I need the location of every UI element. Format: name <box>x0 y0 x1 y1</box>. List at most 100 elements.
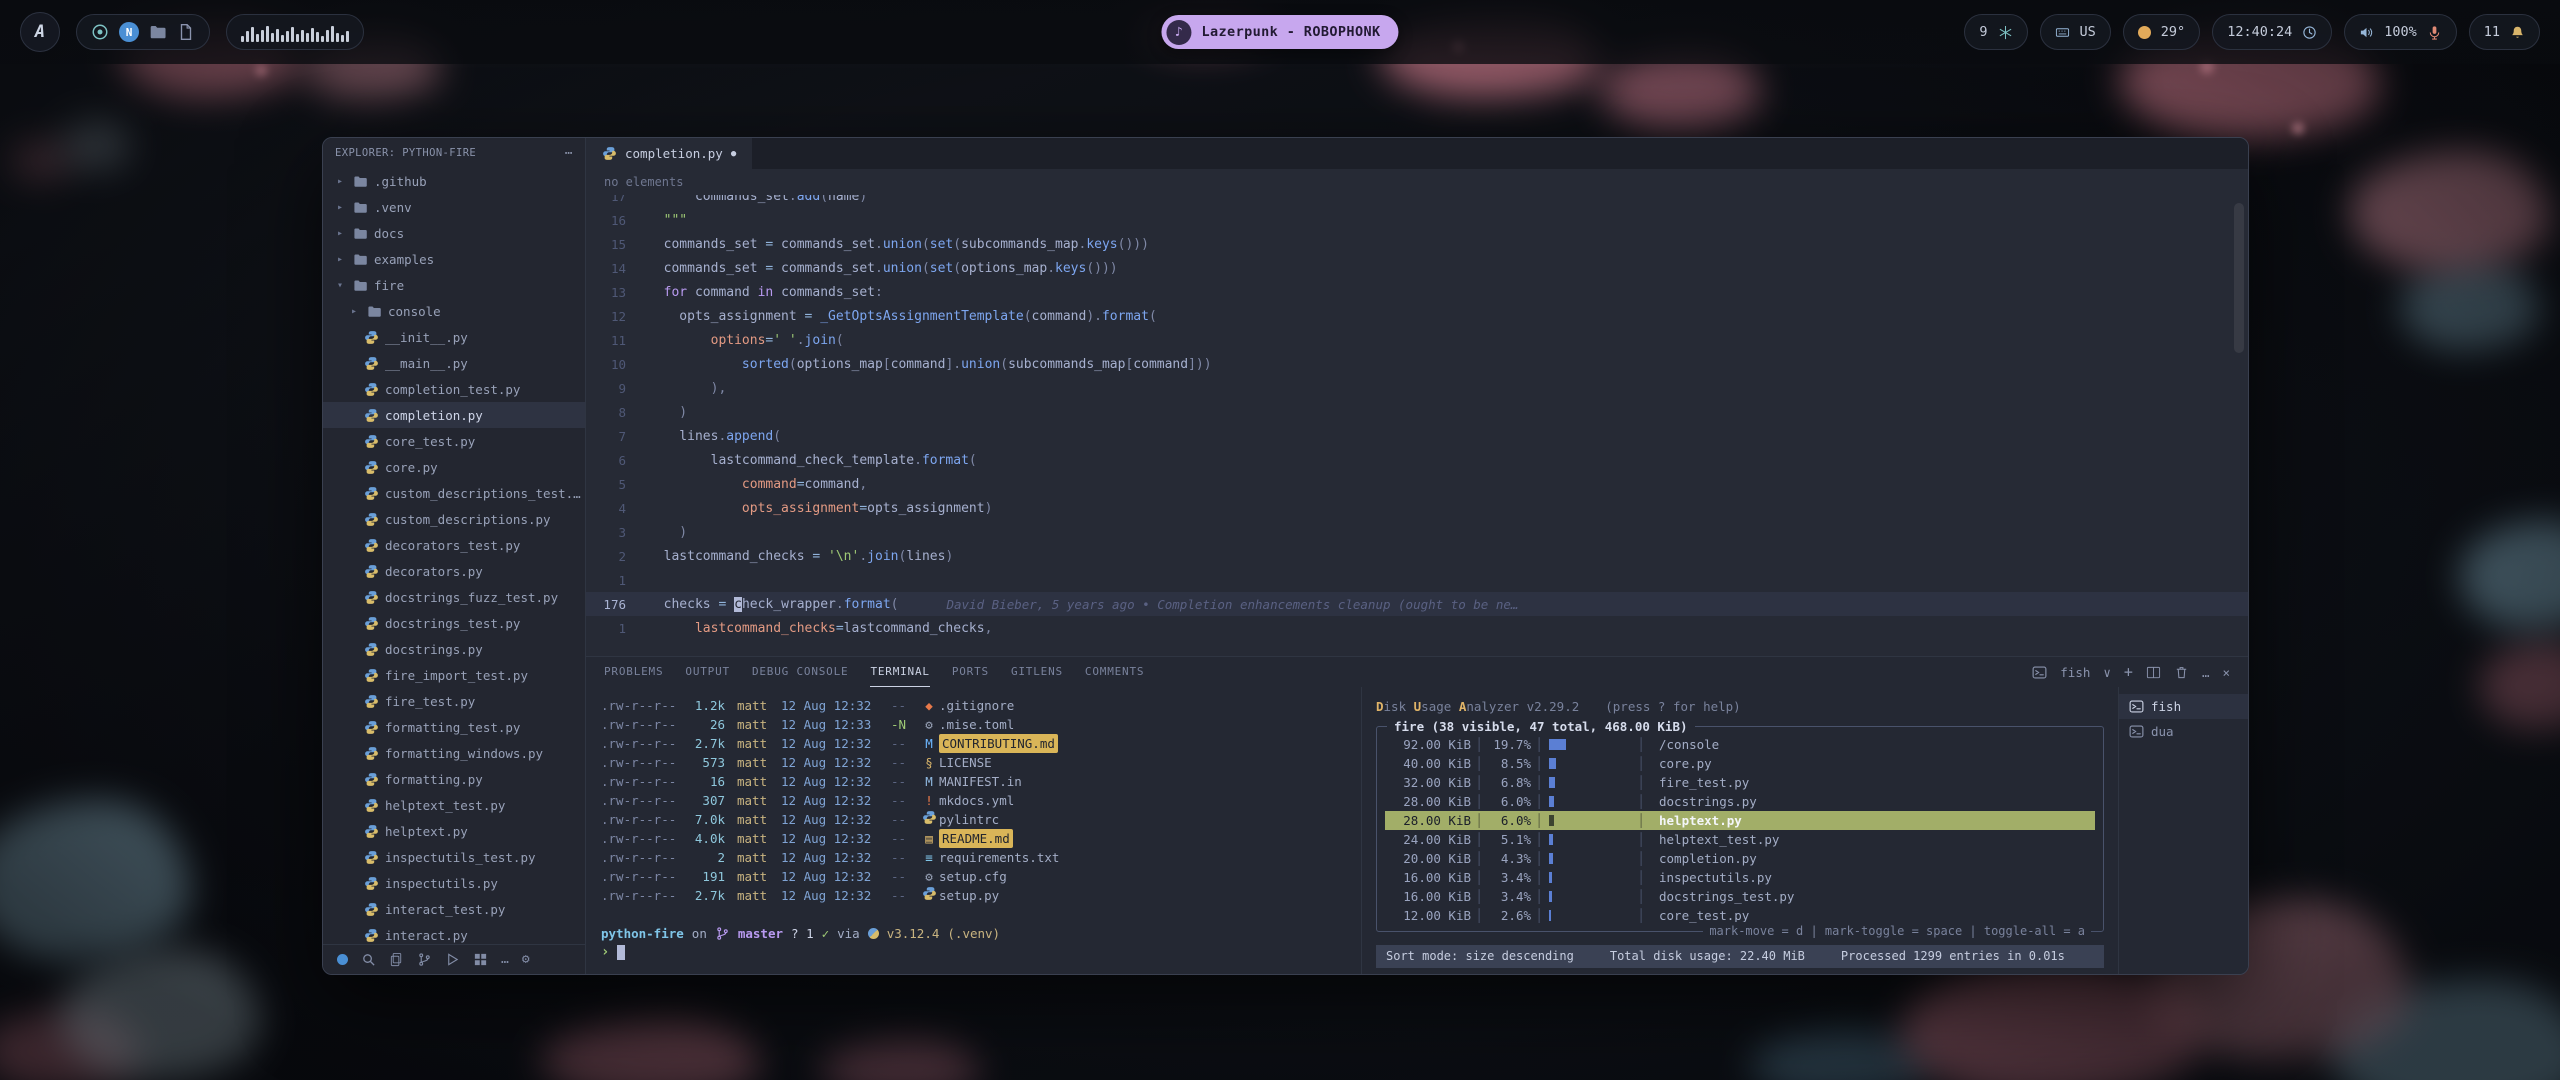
now-playing-pill[interactable]: ♪ Lazerpunk - ROBOPHONK <box>1161 15 1398 49</box>
tree-item-decorators.py[interactable]: decorators.py <box>323 558 585 584</box>
audio-pill[interactable]: 100% <box>2344 14 2457 50</box>
tree-item-formatting_windows.py[interactable]: formatting_windows.py <box>323 740 585 766</box>
panel-tab-terminal[interactable]: TERMINAL <box>870 657 929 687</box>
panel-tab-ports[interactable]: PORTS <box>952 657 989 687</box>
folder-icon[interactable] <box>149 23 167 41</box>
more-actions-icon[interactable]: … <box>2202 665 2210 680</box>
extensions-icon[interactable] <box>473 952 488 967</box>
document-icon[interactable] <box>177 23 195 41</box>
scm-badge[interactable] <box>337 954 348 965</box>
shell-selector[interactable]: fish <box>2060 665 2090 680</box>
code-line[interactable]: 17 commands_set.add(name) <box>586 195 2248 208</box>
shell-input-line[interactable]: › <box>601 943 1361 962</box>
weather-pill[interactable]: 29° <box>2123 14 2200 50</box>
more-icon[interactable]: … <box>501 952 509 967</box>
dua-row-helptext.py[interactable]: 28.00 KiB│6.0%││helptext.py <box>1385 811 2095 830</box>
tree-item-decorators_test.py[interactable]: decorators_test.py <box>323 532 585 558</box>
code-line[interactable]: 5 command=command, <box>586 472 2248 496</box>
code-line[interactable]: 10 sorted(options_map[command].union(sub… <box>586 352 2248 376</box>
code-line[interactable]: 9 ), <box>586 376 2248 400</box>
files-icon[interactable] <box>389 952 404 967</box>
code-line[interactable]: 12 opts_assignment = _GetOptsAssignmentT… <box>586 304 2248 328</box>
dua-row-inspectutils.py[interactable]: 16.00 KiB│3.4%││inspectutils.py <box>1385 868 2095 887</box>
tree-item-docs[interactable]: ▸docs <box>323 220 585 246</box>
tree-item-custom_descriptions.py[interactable]: custom_descriptions.py <box>323 506 585 532</box>
terminal-pane-dua[interactable]: Disk Usage Analyzer v2.29.2 (press ? for… <box>1362 687 2118 974</box>
chevron-down-icon[interactable]: ∨ <box>2103 665 2111 680</box>
code-line[interactable]: 1 lastcommand_checks=lastcommand_checks, <box>586 616 2248 640</box>
dua-row-core.py[interactable]: 40.00 KiB│8.5%││core.py <box>1385 754 2095 773</box>
code-line[interactable]: 2 lastcommand_checks = '\n'.join(lines) <box>586 544 2248 568</box>
terminal-tab-fish[interactable]: fish <box>2119 694 2248 719</box>
dua-row-console[interactable]: 92.00 KiB│19.7%││/console <box>1385 735 2095 754</box>
tree-item-fire_import_test.py[interactable]: fire_import_test.py <box>323 662 585 688</box>
code-line[interactable]: 15 commands_set = commands_set.union(set… <box>586 232 2248 256</box>
terminal-tab-dua[interactable]: dua <box>2119 719 2248 744</box>
dua-row-docstrings.py[interactable]: 28.00 KiB│6.0%││docstrings.py <box>1385 792 2095 811</box>
new-terminal-button[interactable]: + <box>2124 663 2133 681</box>
tree-item-completion.py[interactable]: completion.py <box>323 402 585 428</box>
tab-completion-py[interactable]: completion.py ● <box>586 138 753 169</box>
tree-item-__init__.py[interactable]: __init__.py <box>323 324 585 350</box>
modified-dot-icon[interactable]: ● <box>731 149 736 159</box>
code-line[interactable]: 8 ) <box>586 400 2248 424</box>
source-control-icon[interactable] <box>417 952 432 967</box>
dua-row-fire_test.py[interactable]: 32.00 KiB│6.8%││fire_test.py <box>1385 773 2095 792</box>
notifications-pill[interactable]: 11 <box>2469 14 2540 50</box>
n-app-icon[interactable]: N <box>119 22 139 42</box>
tree-item-docstrings.py[interactable]: docstrings.py <box>323 636 585 662</box>
dua-row-docstrings_test.py[interactable]: 16.00 KiB│3.4%││docstrings_test.py <box>1385 887 2095 906</box>
tree-item-console[interactable]: ▸console <box>323 298 585 324</box>
tree-item-fire_test.py[interactable]: fire_test.py <box>323 688 585 714</box>
tree-item-interact_test.py[interactable]: interact_test.py <box>323 896 585 922</box>
tree-item-custom_descriptions_test.py[interactable]: custom_descriptions_test.py <box>323 480 585 506</box>
tree-item-docstrings_test.py[interactable]: docstrings_test.py <box>323 610 585 636</box>
tree-item-inspectutils_test.py[interactable]: inspectutils_test.py <box>323 844 585 870</box>
code-editor[interactable]: 17 commands_set.add(name)16 """15 comman… <box>586 195 2248 656</box>
tree-item-interact.py[interactable]: interact.py <box>323 922 585 944</box>
code-line[interactable]: 14 commands_set = commands_set.union(set… <box>586 256 2248 280</box>
dua-row-completion.py[interactable]: 20.00 KiB│4.3%││completion.py <box>1385 849 2095 868</box>
code-line[interactable]: 6 lastcommand_check_template.format( <box>586 448 2248 472</box>
app-launcher-button[interactable]: A <box>20 12 60 52</box>
code-line[interactable]: 7 lines.append( <box>586 424 2248 448</box>
code-line[interactable]: 176 checks = check_wrapper.format(David … <box>586 592 2248 616</box>
panel-tab-problems[interactable]: PROBLEMS <box>604 657 663 687</box>
tree-item-inspectutils.py[interactable]: inspectutils.py <box>323 870 585 896</box>
code-line[interactable]: 13 for command in commands_set: <box>586 280 2248 304</box>
close-panel-icon[interactable]: × <box>2222 665 2230 680</box>
code-line[interactable]: 1 <box>586 568 2248 592</box>
kill-terminal-icon[interactable] <box>2174 665 2189 680</box>
settings-icon[interactable]: ⚙ <box>522 952 530 967</box>
tree-item-.venv[interactable]: ▸.venv <box>323 194 585 220</box>
tree-item-formatting.py[interactable]: formatting.py <box>323 766 585 792</box>
split-terminal-icon[interactable] <box>2146 665 2161 680</box>
tree-item-fire[interactable]: ▾fire <box>323 272 585 298</box>
code-line[interactable]: 11 options=' '.join( <box>586 328 2248 352</box>
code-line[interactable]: 4 opts_assignment=opts_assignment) <box>586 496 2248 520</box>
screenshot-icon[interactable] <box>91 23 109 41</box>
keyboard-layout-pill[interactable]: US <box>2040 14 2111 50</box>
clock-pill[interactable]: 12:40:24 <box>2212 14 2332 50</box>
run-icon[interactable] <box>445 952 460 967</box>
panel-tab-comments[interactable]: COMMENTS <box>1085 657 1144 687</box>
tree-item-__main__.py[interactable]: __main__.py <box>323 350 585 376</box>
explorer-more-icon[interactable]: ⋯ <box>565 146 573 161</box>
tree-item-docstrings_fuzz_test.py[interactable]: docstrings_fuzz_test.py <box>323 584 585 610</box>
tree-item-helptext_test.py[interactable]: helptext_test.py <box>323 792 585 818</box>
tree-item-core_test.py[interactable]: core_test.py <box>323 428 585 454</box>
panel-tab-gitlens[interactable]: GITLENS <box>1011 657 1063 687</box>
tree-item-core.py[interactable]: core.py <box>323 454 585 480</box>
panel-tab-debug-console[interactable]: DEBUG CONSOLE <box>752 657 849 687</box>
tree-item-formatting_test.py[interactable]: formatting_test.py <box>323 714 585 740</box>
workspaces-pill[interactable]: 9 <box>1964 14 2027 50</box>
editor-scrollbar[interactable] <box>2234 203 2244 353</box>
tree-item-.github[interactable]: ▸.github <box>323 168 585 194</box>
tree-item-helptext.py[interactable]: helptext.py <box>323 818 585 844</box>
search-icon[interactable] <box>361 952 376 967</box>
terminal-pane-fish[interactable]: .rw-r--r--1.2kmatt12 Aug 12:32--◆.gitign… <box>586 687 1361 974</box>
breadcrumb[interactable]: no elements <box>586 169 2248 195</box>
code-line[interactable]: 3 ) <box>586 520 2248 544</box>
code-line[interactable]: 16 """ <box>586 208 2248 232</box>
tree-item-examples[interactable]: ▸examples <box>323 246 585 272</box>
